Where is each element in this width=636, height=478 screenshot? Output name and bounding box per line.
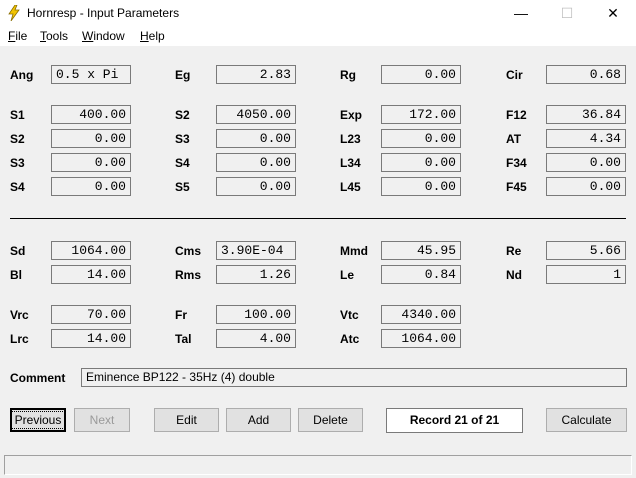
record-indicator: Record 21 of 21	[386, 408, 523, 433]
rg-label: Rg	[340, 68, 356, 82]
s2-label: S2	[175, 108, 190, 122]
vrc-label: Vrc	[10, 308, 29, 322]
le-label: Le	[340, 268, 355, 282]
mmd-field[interactable]: 45.95	[381, 241, 461, 260]
edit-button-label: Edit	[176, 413, 197, 427]
lrc-label: Lrc	[10, 332, 29, 346]
l34-label: L34	[340, 156, 361, 170]
f12-field[interactable]: 36.84	[546, 105, 626, 124]
comment-field[interactable]: Eminence BP122 - 35Hz (4) double	[81, 368, 627, 387]
sd-field[interactable]: 1064.00	[51, 241, 131, 260]
s4-seg4-label: S4	[10, 180, 25, 194]
le-field[interactable]: 0.84	[381, 265, 461, 284]
add-button-label: Add	[247, 413, 270, 427]
tal-field[interactable]: 4.00	[216, 329, 296, 348]
cir-field[interactable]: 0.68	[546, 65, 626, 84]
s4-field[interactable]: 0.00	[216, 153, 296, 172]
add-button[interactable]: Add	[226, 408, 291, 432]
menu-bar: File Tools Window Help	[0, 27, 636, 46]
at-field[interactable]: 4.34	[546, 129, 626, 148]
s3-field[interactable]: 0.00	[216, 129, 296, 148]
rms-field[interactable]: 1.26	[216, 265, 296, 284]
rg-field[interactable]: 0.00	[381, 65, 461, 84]
vtc-field[interactable]: 4340.00	[381, 305, 461, 324]
previous-button-label: Previous	[10, 411, 66, 429]
lightning-bolt-icon	[6, 4, 22, 22]
l45-field[interactable]: 0.00	[381, 177, 461, 196]
s3-label: S3	[175, 132, 190, 146]
input-parameters-panel: Ang 0.5 x Pi Eg 2.83 Rg 0.00 Cir 0.68 S1…	[0, 46, 636, 452]
nd-label: Nd	[506, 268, 522, 282]
next-button-label: Next	[89, 413, 115, 427]
bl-field[interactable]: 14.00	[51, 265, 131, 284]
f34-label: F34	[506, 156, 527, 170]
lrc-field[interactable]: 14.00	[51, 329, 131, 348]
rms-label: Rms	[175, 268, 202, 282]
l34-field[interactable]: 0.00	[381, 153, 461, 172]
close-button[interactable]: ✕	[590, 0, 636, 27]
cms-field[interactable]: 3.90E-04	[216, 241, 296, 260]
edit-button[interactable]: Edit	[154, 408, 219, 432]
ang-field[interactable]: 0.5 x Pi	[51, 65, 131, 84]
f45-label: F45	[506, 180, 527, 194]
eg-label: Eg	[175, 68, 191, 82]
delete-button[interactable]: Delete	[298, 408, 363, 432]
f34-field[interactable]: 0.00	[546, 153, 626, 172]
atc-label: Atc	[340, 332, 360, 346]
next-button[interactable]: Next	[74, 408, 130, 432]
s5-label: S5	[175, 180, 190, 194]
bl-label: Bl	[10, 268, 22, 282]
re-label: Re	[506, 244, 522, 258]
title-bar: Hornresp - Input Parameters — ☐ ✕	[0, 0, 636, 27]
l45-label: L45	[340, 180, 361, 194]
sd-label: Sd	[10, 244, 26, 258]
cir-label: Cir	[506, 68, 523, 82]
exp-label: Exp	[340, 108, 363, 122]
fr-field[interactable]: 100.00	[216, 305, 296, 324]
section-divider	[10, 218, 626, 219]
s4-seg4-field[interactable]: 0.00	[51, 177, 131, 196]
window-title: Hornresp - Input Parameters	[27, 6, 180, 20]
s3-seg3-label: S3	[10, 156, 25, 170]
status-field	[4, 455, 632, 475]
ang-label: Ang	[10, 68, 34, 82]
exp-field[interactable]: 172.00	[381, 105, 461, 124]
menu-window[interactable]: Window	[82, 29, 125, 43]
mmd-label: Mmd	[340, 244, 368, 258]
at-label: AT	[506, 132, 522, 146]
minimize-button[interactable]: —	[498, 0, 544, 27]
maximize-button[interactable]: ☐	[544, 0, 590, 27]
s1-field[interactable]: 400.00	[51, 105, 131, 124]
atc-field[interactable]: 1064.00	[381, 329, 461, 348]
s2-seg2-label: S2	[10, 132, 25, 146]
s2-field[interactable]: 4050.00	[216, 105, 296, 124]
cms-label: Cms	[175, 244, 202, 258]
calculate-button-label: Calculate	[561, 413, 612, 427]
status-bar	[0, 452, 636, 478]
fr-label: Fr	[175, 308, 187, 322]
vrc-field[interactable]: 70.00	[51, 305, 131, 324]
delete-button-label: Delete	[313, 413, 348, 427]
re-field[interactable]: 5.66	[546, 241, 626, 260]
nd-field[interactable]: 1	[546, 265, 626, 284]
s2-seg2-field[interactable]: 0.00	[51, 129, 131, 148]
f12-label: F12	[506, 108, 527, 122]
calculate-button[interactable]: Calculate	[546, 408, 627, 432]
menu-help[interactable]: Help	[140, 29, 165, 43]
s5-field[interactable]: 0.00	[216, 177, 296, 196]
vtc-label: Vtc	[340, 308, 359, 322]
menu-tools[interactable]: Tools	[40, 29, 68, 43]
f45-field[interactable]: 0.00	[546, 177, 626, 196]
s3-seg3-field[interactable]: 0.00	[51, 153, 131, 172]
s4-label: S4	[175, 156, 190, 170]
eg-field[interactable]: 2.83	[216, 65, 296, 84]
menu-file[interactable]: File	[8, 29, 27, 43]
comment-label: Comment	[10, 371, 66, 385]
s1-label: S1	[10, 108, 25, 122]
tal-label: Tal	[175, 332, 192, 346]
l23-field[interactable]: 0.00	[381, 129, 461, 148]
l23-label: L23	[340, 132, 361, 146]
previous-button[interactable]: Previous	[10, 408, 66, 432]
